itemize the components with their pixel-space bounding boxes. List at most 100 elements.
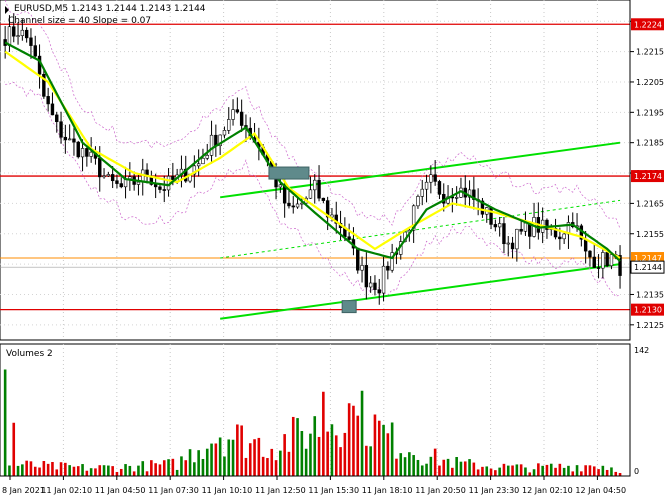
level-badge-label: 1.2224 — [634, 20, 662, 29]
time-tick-label: 11 Jan 23:30 — [469, 486, 520, 495]
candle-body — [89, 151, 93, 157]
candle-body — [605, 252, 609, 267]
candle-body — [205, 155, 209, 159]
volume-tick-label: 142 — [634, 346, 649, 355]
candle-body — [317, 179, 321, 199]
candle-body — [222, 130, 227, 136]
candle-body — [368, 282, 373, 288]
candle-body — [596, 267, 601, 269]
candle-body — [356, 247, 360, 271]
time-tick-label: 11 Jan 07:30 — [148, 486, 199, 495]
candle-body — [214, 134, 218, 147]
candle-body — [278, 184, 283, 188]
candle-body — [209, 134, 214, 156]
candle-body — [515, 228, 519, 250]
candle-body — [429, 174, 433, 183]
candle-body — [24, 29, 29, 39]
time-tick-label: 11 Jan 02:10 — [41, 486, 92, 495]
candle-body — [201, 157, 205, 165]
candle-body — [454, 196, 459, 199]
candle-body — [601, 252, 605, 269]
time-tick-label: 11 Jan 18:10 — [362, 486, 413, 495]
price-tick-label: 1.2215 — [636, 48, 664, 57]
candle-body — [29, 37, 33, 46]
candle-body — [162, 189, 166, 191]
candle-body — [287, 202, 291, 207]
candle-body — [12, 26, 16, 37]
time-tick-label: 11 Jan 10:10 — [202, 486, 253, 495]
candle-body — [196, 163, 201, 167]
candle-body — [506, 242, 510, 245]
candle-body — [562, 233, 566, 240]
time-tick-label: 8 Jan 2021 — [2, 486, 45, 495]
candle-body — [416, 196, 420, 207]
candle-body — [76, 141, 80, 158]
candle-body — [235, 109, 240, 113]
time-tick-label: 11 Jan 04:50 — [95, 486, 146, 495]
candle-body — [67, 138, 72, 141]
candle-body — [313, 179, 317, 191]
candle-body — [386, 265, 390, 271]
candle-body — [295, 203, 300, 208]
candle-body — [592, 256, 596, 268]
candle-body — [16, 35, 20, 37]
time-tick-label: 11 Jan 20:50 — [415, 486, 466, 495]
price-tick-label: 1.2125 — [636, 321, 664, 330]
time-tick-label: 12 Jan 04:50 — [575, 486, 626, 495]
candle-body — [153, 184, 158, 188]
candle-body — [7, 26, 12, 46]
candle-body — [437, 181, 442, 195]
price-tick-label: 1.2185 — [636, 139, 664, 148]
indicator-info: Channel size = 40 Slope = 0.07 — [8, 16, 151, 26]
candle-body — [239, 111, 244, 126]
level-badge-label: 1.2130 — [634, 306, 662, 315]
candle-body — [20, 29, 25, 36]
symbol-info: EURUSD,M5 1.2143 1.2144 1.2143 1.2144 — [14, 4, 206, 14]
chart-background — [0, 0, 665, 499]
candle-body — [364, 265, 369, 288]
candle-body — [115, 180, 119, 184]
volume-tick-label: 0 — [634, 467, 639, 476]
candle-body — [59, 121, 63, 138]
price-tick-label: 1.2195 — [636, 108, 664, 117]
candle-body — [373, 282, 377, 290]
candle-body — [231, 109, 235, 120]
candle-body — [502, 223, 506, 245]
candle-body — [33, 45, 37, 57]
chart-canvas[interactable]: EURUSD,M5 1.2143 1.2144 1.2143 1.2144 Ch… — [0, 0, 665, 499]
candle-body — [136, 181, 141, 185]
candle-body — [347, 236, 351, 240]
candle-body — [523, 222, 528, 232]
price-tick-label: 1.2155 — [636, 230, 664, 239]
candle-body — [50, 103, 55, 116]
candle-body — [308, 189, 313, 199]
candle-body — [85, 148, 89, 157]
candle-body — [424, 181, 429, 190]
candle-body — [360, 265, 364, 271]
candle-body — [37, 55, 42, 75]
candle-body — [493, 224, 498, 228]
candle-body — [102, 175, 106, 178]
candle-body — [588, 250, 592, 258]
candle-body — [291, 205, 295, 208]
time-tick-label: 11 Jan 12:50 — [255, 486, 306, 495]
price-tick-label: 1.2205 — [636, 78, 664, 87]
candle-body — [497, 223, 502, 228]
candle-body — [55, 114, 59, 123]
entry-marker — [268, 166, 310, 180]
time-tick-label: 12 Jan 02:10 — [522, 486, 573, 495]
candle-body — [80, 148, 85, 158]
candle-body — [63, 136, 68, 141]
time-tick-label: 11 Jan 15:30 — [308, 486, 359, 495]
candle-body — [98, 158, 102, 178]
candle-body — [46, 96, 50, 105]
candle-body — [158, 186, 162, 190]
current-price-label: 1.2144 — [634, 263, 662, 272]
candle-body — [110, 174, 115, 182]
volume-label: Volumes 2 — [6, 349, 53, 359]
price-tick-label: 1.2135 — [636, 290, 664, 299]
candle-body — [558, 236, 562, 240]
candle-body — [433, 174, 437, 182]
candle-body — [609, 254, 614, 267]
candle-body — [420, 188, 424, 197]
